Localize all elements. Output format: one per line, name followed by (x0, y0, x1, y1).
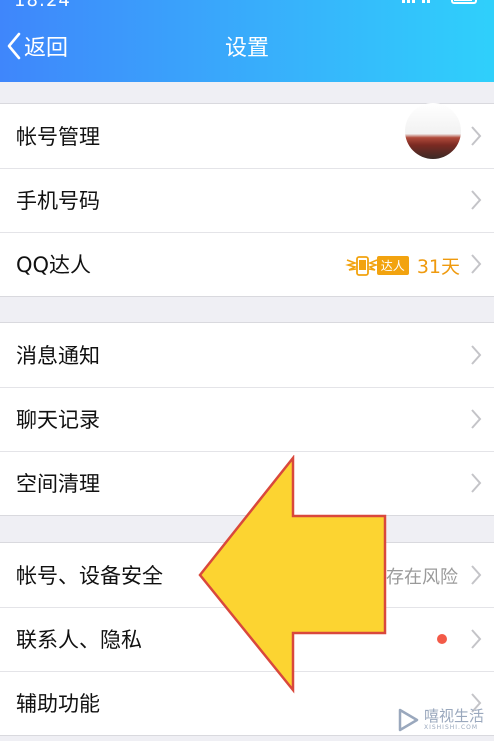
chevron-right-icon (471, 473, 482, 493)
play-logo-icon (398, 708, 419, 732)
daren-tag: 达人 (376, 256, 409, 275)
row-label: 空间清理 (16, 472, 100, 496)
chevron-right-icon (471, 190, 482, 210)
chevron-right-icon (471, 254, 482, 274)
page-title: 设置 (224, 36, 269, 61)
chevron-right-icon (471, 629, 482, 649)
row-label: 聊天记录 (16, 408, 100, 432)
title-bar: 18:24 返回 设置 (0, 0, 494, 82)
annotation-arrow-icon (198, 455, 387, 694)
chevron-right-icon (471, 565, 482, 585)
red-dot-indicator (437, 634, 447, 644)
chevron-right-icon (471, 409, 482, 429)
avatar[interactable] (405, 103, 461, 159)
row-label: 手机号码 (16, 189, 100, 213)
chevron-right-icon (471, 126, 482, 146)
daren-days: 31天 (416, 256, 460, 278)
row-label: 帐号管理 (16, 125, 100, 149)
row-qq-daren[interactable]: QQ达人 达人 31天 (0, 232, 494, 296)
watermark: 嘻视生活 XISHISHI.COM (395, 707, 484, 733)
status-icons (402, 0, 477, 4)
row-label: QQ达人 (16, 253, 92, 277)
phone-wings-icon (344, 255, 379, 276)
row-notifications[interactable]: 消息通知 (0, 323, 494, 387)
row-chat-history[interactable]: 聊天记录 (0, 387, 494, 451)
watermark-text: 嘻视生活 (423, 707, 484, 725)
row-label: 辅助功能 (16, 692, 100, 716)
row-label: 帐号、设备安全 (16, 564, 163, 588)
row-label: 联系人、隐私 (16, 628, 142, 652)
status-time: 18:24 (14, 0, 71, 11)
daren-badge: 达人 31天 (344, 252, 460, 279)
row-label: 消息通知 (16, 344, 100, 368)
row-phone-number[interactable]: 手机号码 (0, 168, 494, 232)
chevron-right-icon (471, 345, 482, 365)
watermark-sub: XISHISHI.COM (423, 724, 479, 731)
